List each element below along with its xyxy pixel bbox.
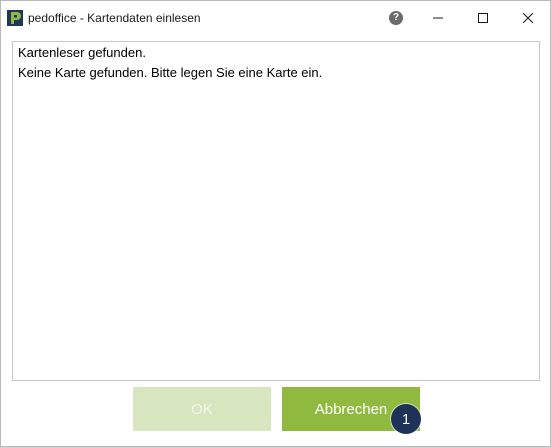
- help-icon: ?: [389, 11, 403, 25]
- window-title: pedoffice - Kartendaten einlesen: [28, 11, 201, 25]
- minimize-button[interactable]: [415, 1, 461, 35]
- close-button[interactable]: [505, 1, 551, 35]
- close-icon: [523, 13, 533, 23]
- maximize-icon: [478, 13, 488, 23]
- maximize-button[interactable]: [460, 1, 506, 35]
- message-line: Keine Karte gefunden. Bitte legen Sie ei…: [18, 65, 323, 80]
- step-badge: 1: [391, 404, 421, 434]
- minimize-icon: [433, 17, 443, 19]
- message-text-area[interactable]: Kartenleser gefunden. Keine Karte gefund…: [12, 41, 540, 381]
- message-line: Kartenleser gefunden.: [18, 45, 146, 60]
- title-bar[interactable]: pedoffice - Kartendaten einlesen ?: [1, 1, 550, 35]
- pedoffice-logo-icon: [7, 10, 23, 26]
- ok-button[interactable]: OK: [133, 387, 271, 431]
- help-button[interactable]: ?: [382, 3, 410, 33]
- dialog-window: pedoffice - Kartendaten einlesen ? Karte…: [0, 0, 551, 447]
